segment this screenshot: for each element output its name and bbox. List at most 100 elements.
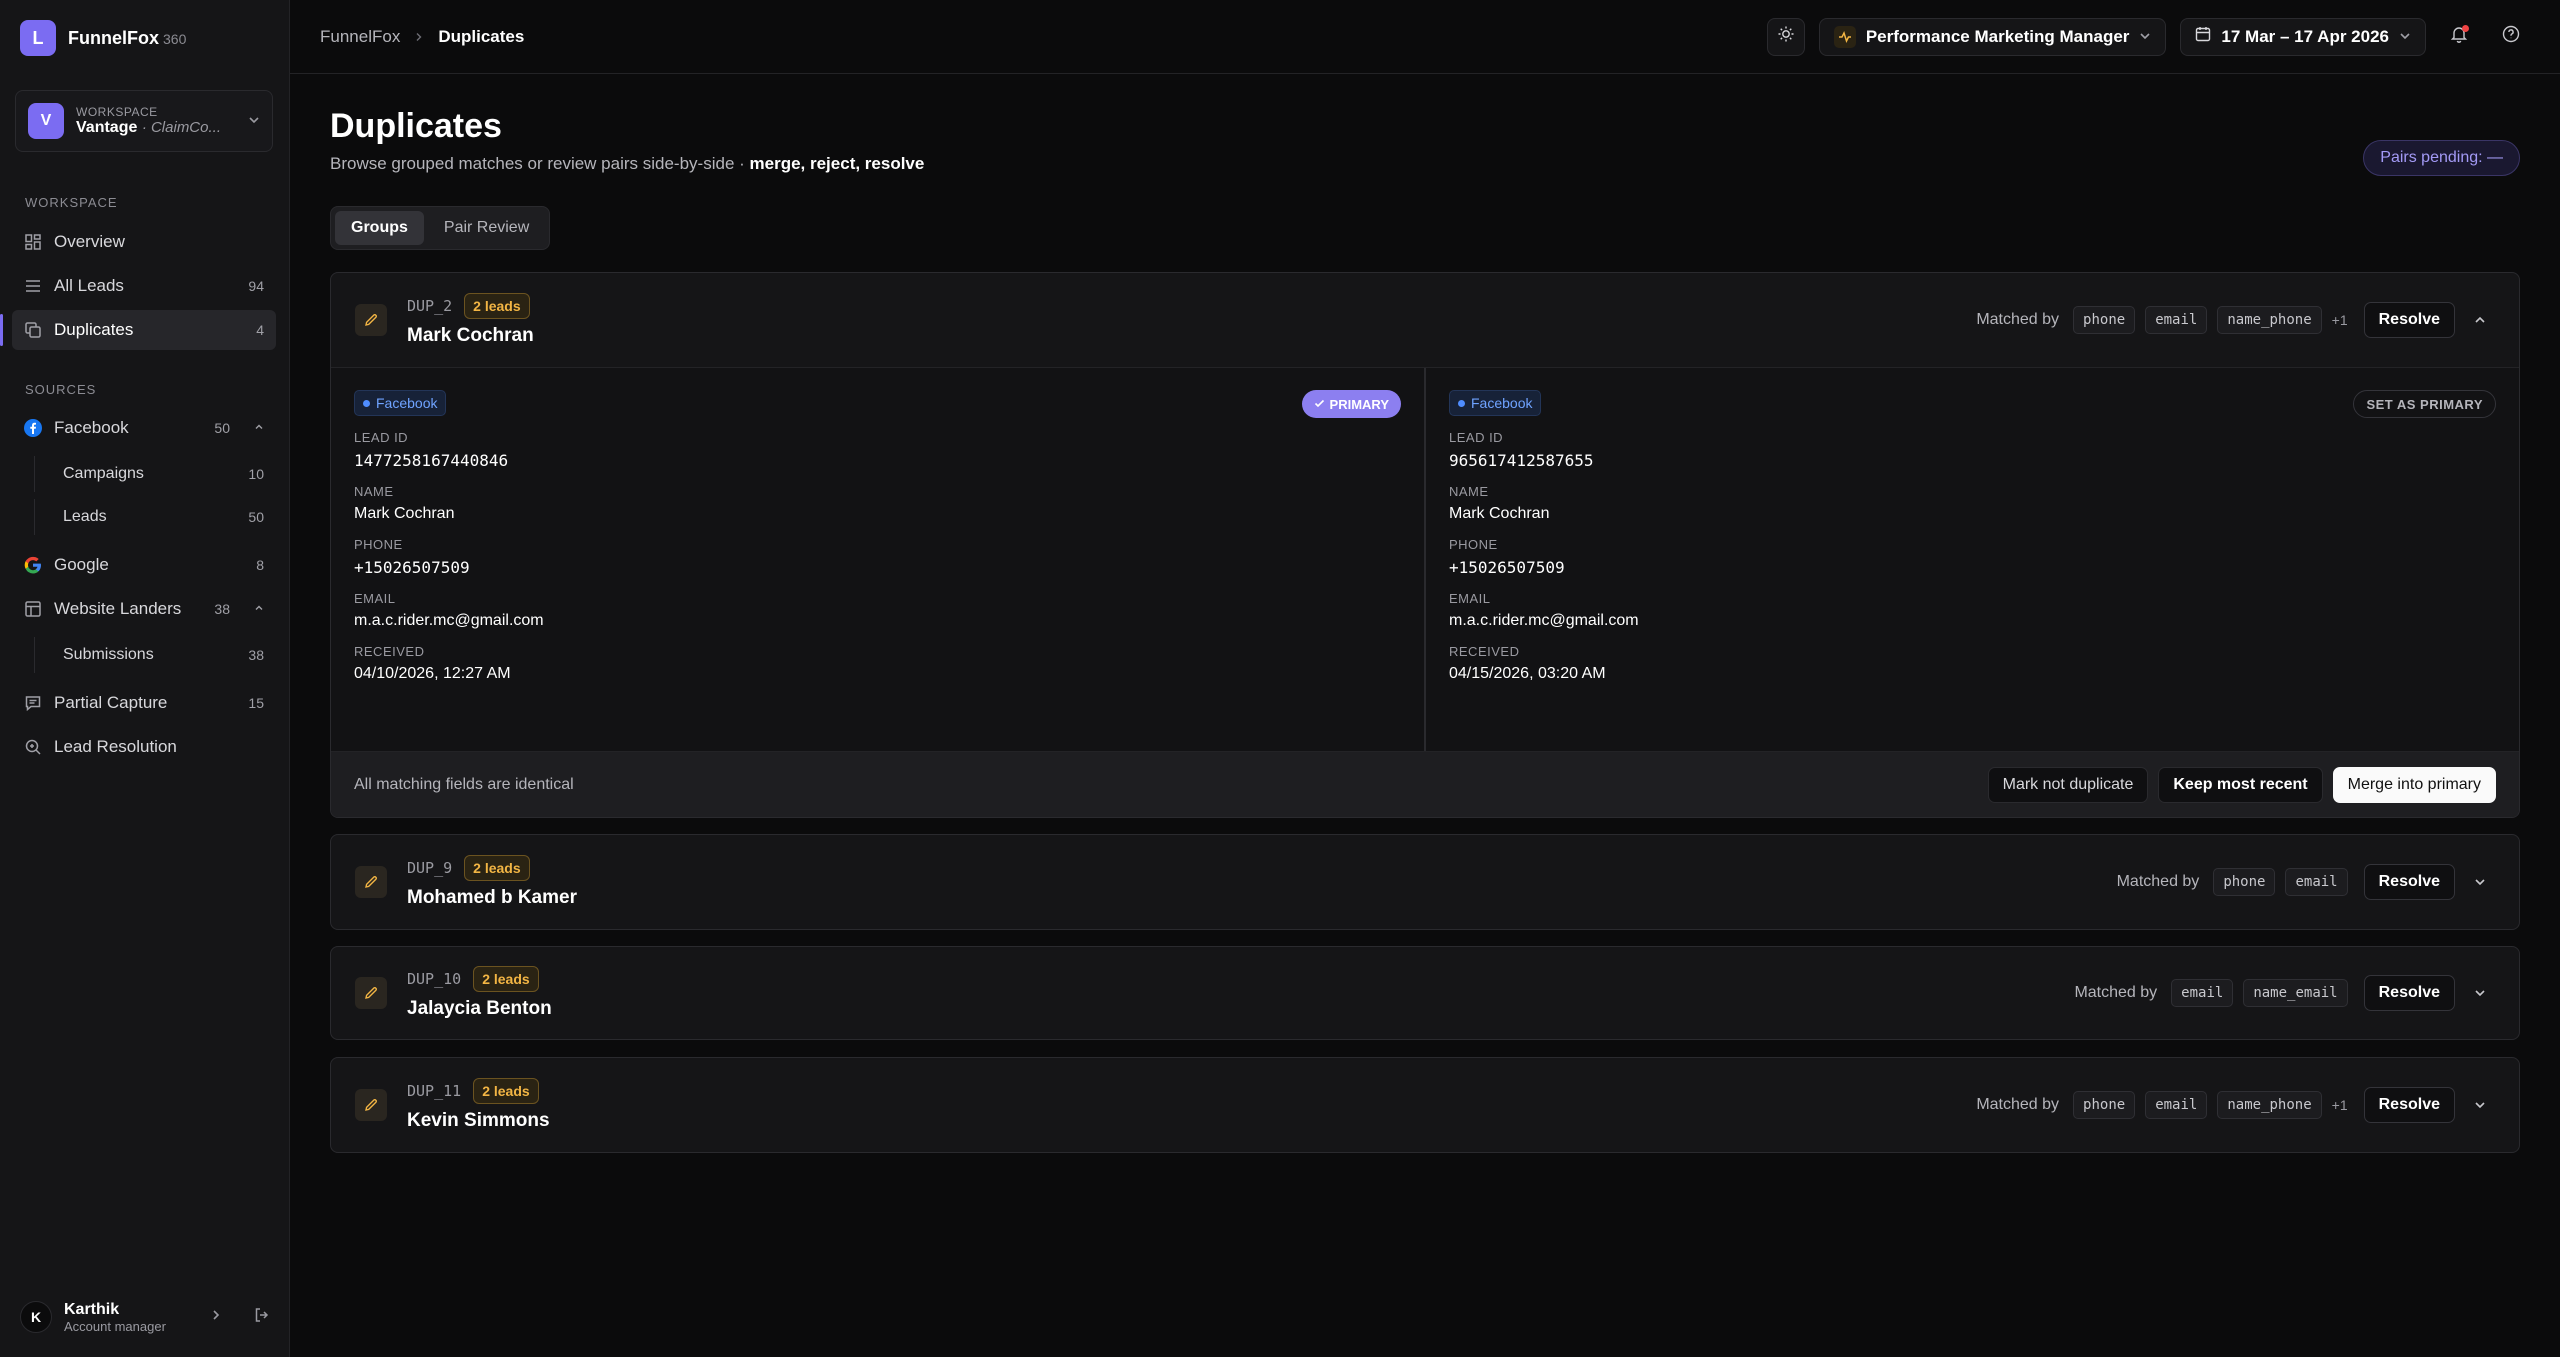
sidebar-item-label: Facebook [54, 418, 129, 437]
chevron-up-icon[interactable] [254, 421, 264, 435]
copy-icon [24, 321, 42, 339]
pencil-icon[interactable] [355, 1089, 387, 1121]
field-value-lead-id: 1477258167440846 [354, 451, 509, 470]
duplicate-group-card: DUP_11 2 leads Kevin Simmons Matched by … [330, 1057, 2520, 1153]
duplicate-group-card: DUP_9 2 leads Mohamed b Kamer Matched by… [330, 834, 2520, 930]
page-subtitle-text: Browse grouped matches or review pairs s… [330, 154, 750, 173]
date-range-picker[interactable]: 17 Mar – 17 Apr 2026 [2180, 17, 2426, 56]
theme-toggle-button[interactable] [1766, 17, 1805, 56]
set-as-primary-button[interactable]: SET AS PRIMARY [2353, 390, 2496, 418]
workspace-name: Vantage · ClaimCo... [76, 119, 236, 137]
breadcrumb-root[interactable]: FunnelFox [320, 27, 400, 47]
group-header[interactable]: DUP_9 2 leads Mohamed b Kamer Matched by… [331, 835, 2519, 929]
field-label: EMAIL [1449, 591, 1491, 606]
brand-version: 360 [163, 30, 187, 47]
layout-icon [24, 600, 42, 618]
field-value-name: Mark Cochran [354, 505, 455, 522]
sidebar-subitem-submissions[interactable]: Submissions 38 [34, 637, 276, 673]
field-label: RECEIVED [354, 644, 425, 659]
chevron-down-icon[interactable] [2465, 986, 2495, 1000]
sidebar-item-count: 38 [248, 647, 264, 663]
sidebar-item-label: Submissions [63, 646, 154, 663]
brand-name-text: FunnelFox [68, 27, 159, 48]
merge-into-primary-button[interactable]: Merge into primary [2332, 766, 2496, 803]
sun-icon [1777, 25, 1795, 48]
sidebar-item-label: Website Landers [54, 599, 182, 618]
sidebar-item-count: 94 [248, 278, 264, 294]
search-icon [24, 738, 42, 756]
pairs-pending-badge[interactable]: Pairs pending: — [2363, 140, 2520, 176]
sidebar-item-count: 50 [214, 420, 230, 436]
sidebar-item-count: 8 [256, 557, 264, 573]
source-badge: Facebook [1449, 390, 1542, 416]
primary-badge: PRIMARY [1301, 390, 1401, 418]
help-button[interactable] [2492, 18, 2530, 56]
workspace-switcher[interactable]: V WORKSPACE Vantage · ClaimCo... [15, 90, 273, 152]
user-account[interactable]: K Karthik Account manager [20, 1297, 270, 1337]
chevron-right-icon[interactable] [210, 1308, 222, 1326]
sidebar-item-lead-resolution[interactable]: Lead Resolution [12, 727, 276, 767]
group-name: Jalaycia Benton [407, 998, 552, 1019]
sidebar-item-all-leads[interactable]: All Leads 94 [12, 266, 276, 306]
sidebar-item-google[interactable]: Google 8 [12, 545, 276, 585]
mark-not-duplicate-button[interactable]: Mark not duplicate [1987, 766, 2149, 803]
chevron-down-icon[interactable] [2465, 1098, 2495, 1112]
source-dot-icon [1458, 399, 1465, 407]
chevron-down-icon[interactable] [2465, 875, 2495, 889]
lead-count-badge: 2 leads [464, 855, 530, 881]
resolve-button[interactable]: Resolve [2363, 302, 2455, 338]
chevron-down-icon [248, 113, 260, 129]
check-icon [1314, 397, 1325, 412]
source-dot-icon [363, 399, 370, 407]
brand[interactable]: L FunnelFox 360 [20, 20, 186, 56]
keep-most-recent-button[interactable]: Keep most recent [2158, 766, 2323, 803]
match-chip: phone [2213, 868, 2276, 896]
tab-pair-review[interactable]: Pair Review [428, 211, 545, 245]
lead-comparison: Facebook PRIMARY LEAD ID 1477258167440846… [331, 367, 2519, 751]
pencil-icon[interactable] [355, 977, 387, 1009]
group-id: DUP_9 [407, 859, 453, 877]
duplicate-group-card: DUP_10 2 leads Jalaycia Benton Matched b… [330, 946, 2520, 1040]
pencil-icon[interactable] [355, 866, 387, 898]
match-chip: name_email [2243, 979, 2348, 1007]
notifications-button[interactable] [2440, 18, 2478, 56]
group-header[interactable]: DUP_10 2 leads Jalaycia Benton Matched b… [331, 947, 2519, 1039]
sidebar-item-count: 50 [248, 509, 264, 525]
resolve-button[interactable]: Resolve [2363, 975, 2455, 1011]
group-header[interactable]: DUP_2 2 leads Mark Cochran Matched by ph… [331, 273, 2519, 367]
pencil-icon[interactable] [355, 304, 387, 336]
chevron-right-icon [414, 27, 424, 47]
sidebar-item-count: 4 [256, 322, 264, 338]
sidebar-subitem-leads[interactable]: Leads 50 [34, 499, 276, 535]
sidebar-item-facebook[interactable]: Facebook 50 [12, 408, 276, 448]
resolve-button[interactable]: Resolve [2363, 864, 2455, 900]
facebook-icon [24, 419, 42, 437]
sidebar-subitem-campaigns[interactable]: Campaigns 10 [34, 456, 276, 492]
sidebar-item-website-landers[interactable]: Website Landers 38 [12, 589, 276, 629]
field-value-name: Mark Cochran [1449, 505, 1550, 522]
matched-by-label: Matched by [1976, 1096, 2060, 1113]
chevron-up-icon[interactable] [254, 602, 264, 616]
role-selector[interactable]: Performance Marketing Manager [1818, 17, 2167, 56]
workspace-sub: · ClaimCo... [141, 119, 221, 136]
chevron-up-icon[interactable] [2465, 313, 2495, 327]
source-label: Facebook [1471, 395, 1533, 411]
sidebar-item-overview[interactable]: Overview [12, 222, 276, 262]
chevron-down-icon [2139, 27, 2151, 47]
notification-dot [2462, 24, 2469, 32]
sidebar-item-partial-capture[interactable]: Partial Capture 15 [12, 683, 276, 723]
sidebar-item-count: 38 [214, 601, 230, 617]
workspace-avatar: V [28, 103, 64, 139]
match-chip: email [2145, 1091, 2208, 1119]
user-name: Karthik [64, 1300, 120, 1318]
group-header[interactable]: DUP_11 2 leads Kevin Simmons Matched by … [331, 1058, 2519, 1152]
match-chip: phone [2073, 1091, 2136, 1119]
logout-icon[interactable] [254, 1307, 270, 1328]
matched-by-label: Matched by [2074, 984, 2158, 1001]
sidebar-item-duplicates[interactable]: Duplicates 4 [0, 310, 276, 350]
workspace-name-text: Vantage [76, 119, 138, 136]
resolve-button[interactable]: Resolve [2363, 1087, 2455, 1123]
sidebar-item-count: 15 [248, 695, 264, 711]
tab-groups[interactable]: Groups [335, 211, 424, 245]
field-value-lead-id: 965617412587655 [1449, 451, 1594, 470]
